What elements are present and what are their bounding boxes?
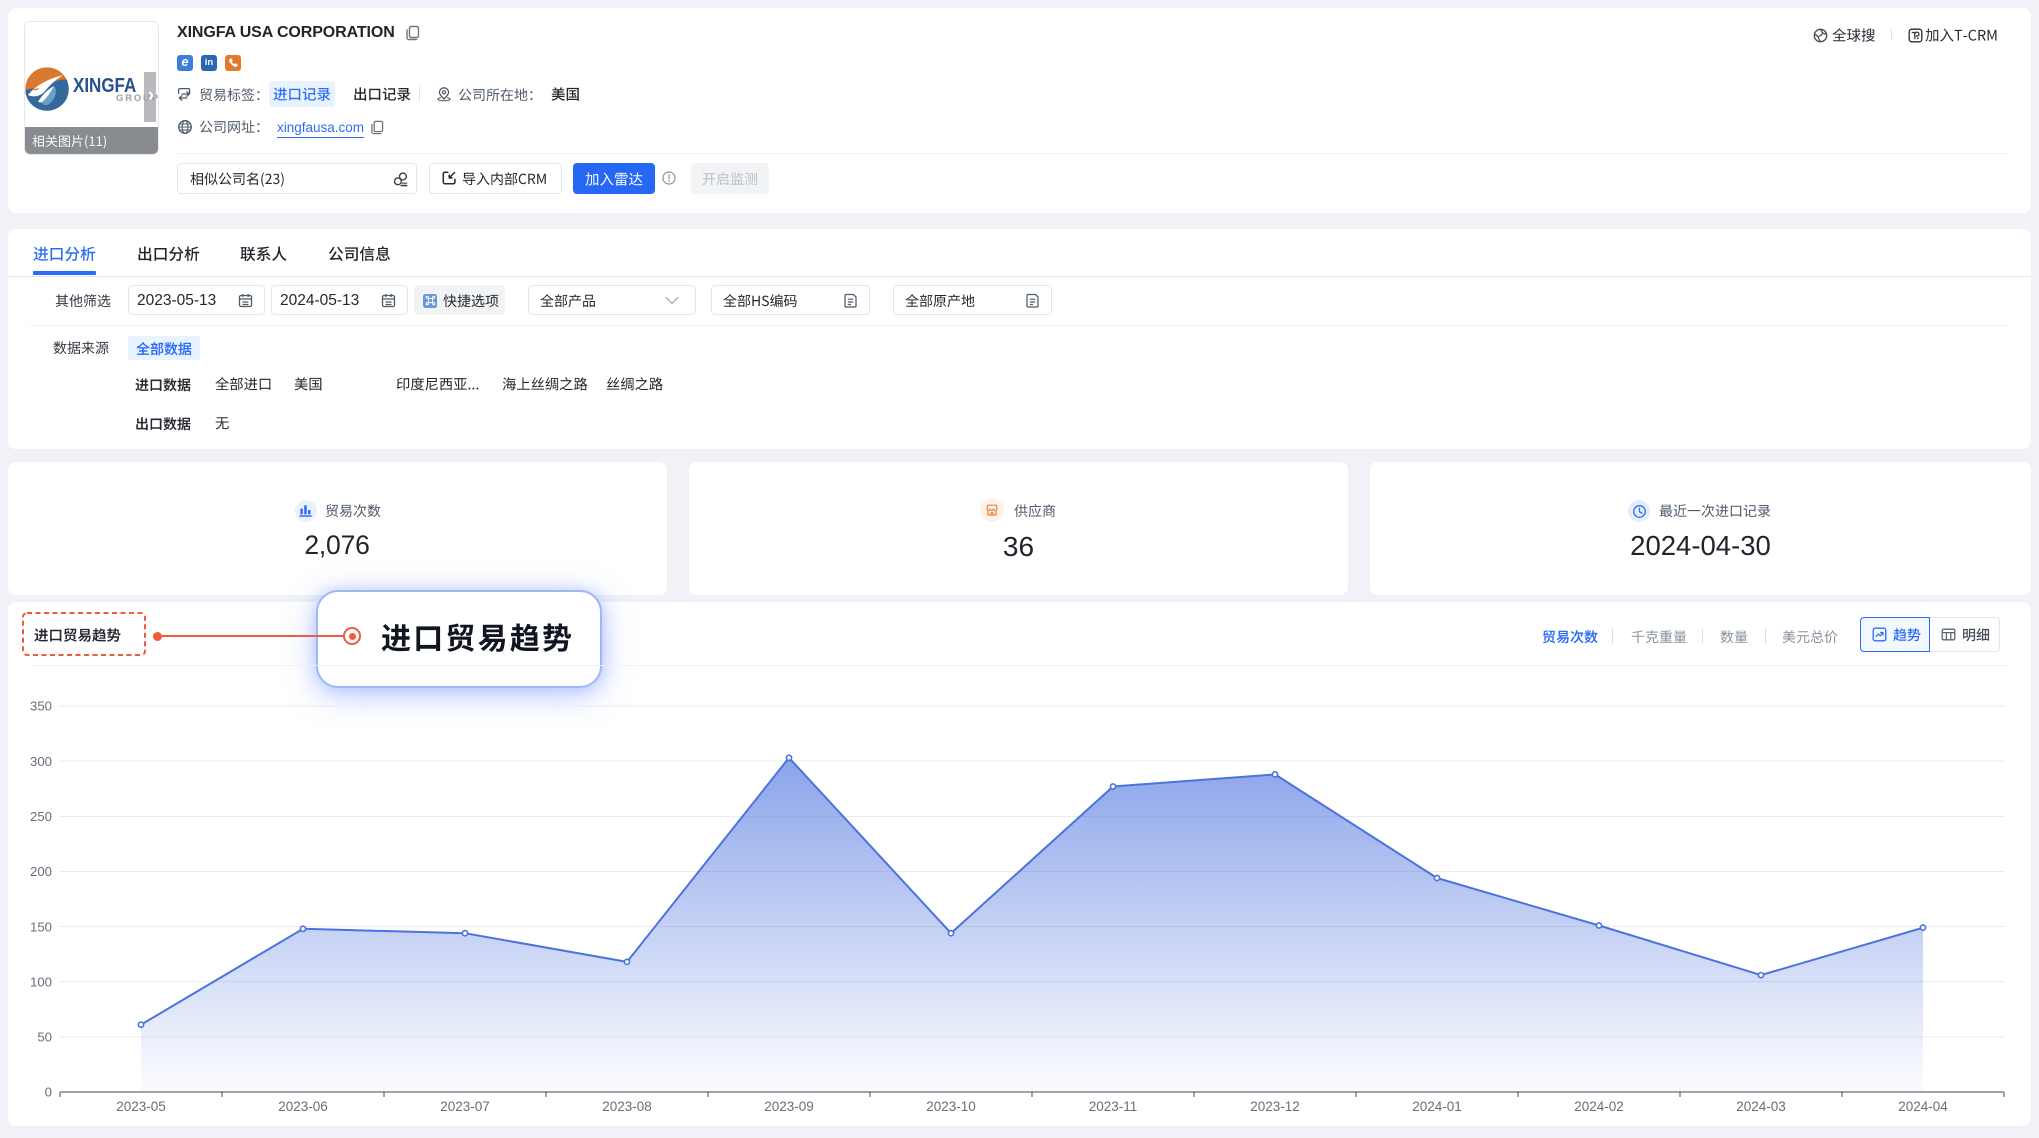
svg-text:250: 250 [30,809,52,824]
svg-text:50: 50 [37,1030,52,1045]
svg-text:200: 200 [30,864,52,879]
svg-text:2023-10: 2023-10 [926,1099,976,1114]
svg-text:0: 0 [45,1085,52,1100]
svg-text:2024-04: 2024-04 [1898,1099,1948,1114]
svg-text:2024-02: 2024-02 [1574,1099,1624,1114]
svg-text:300: 300 [30,754,52,769]
svg-text:2023-09: 2023-09 [764,1099,814,1114]
svg-text:2023-11: 2023-11 [1089,1099,1138,1114]
svg-text:2023-12: 2023-12 [1250,1099,1300,1114]
svg-text:350: 350 [30,699,52,714]
svg-text:2023-06: 2023-06 [278,1099,328,1114]
svg-text:2023-07: 2023-07 [440,1099,490,1114]
svg-text:2024-01: 2024-01 [1412,1099,1462,1114]
svg-text:2023-08: 2023-08 [602,1099,652,1114]
svg-text:2024-03: 2024-03 [1736,1099,1786,1114]
svg-text:100: 100 [30,974,52,989]
svg-text:2023-05: 2023-05 [116,1099,166,1114]
svg-text:150: 150 [30,919,52,934]
